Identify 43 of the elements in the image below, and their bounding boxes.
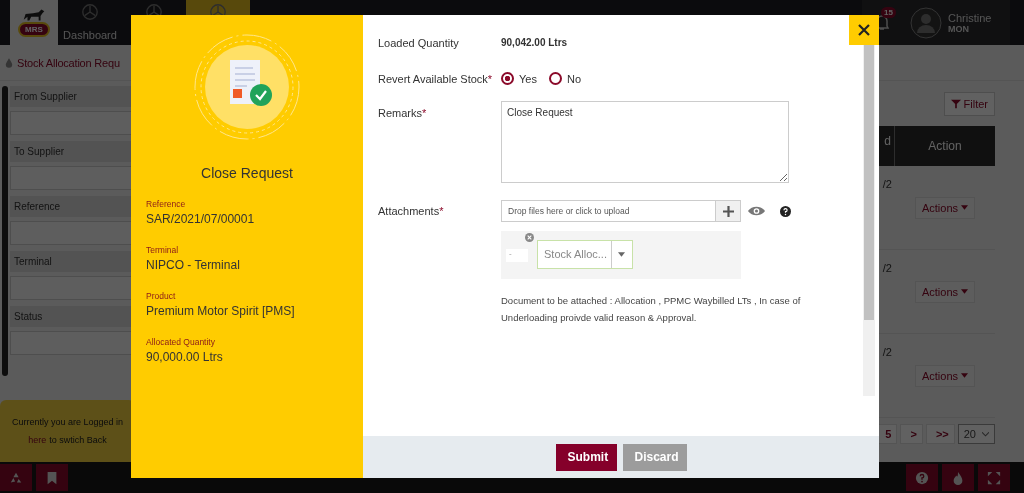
actions-button[interactable]: Actions bbox=[914, 280, 976, 303]
notice-text: to swtich Back bbox=[49, 435, 107, 445]
switch-back-link[interactable]: here bbox=[28, 435, 47, 445]
page-title: Stock Allocation Requ bbox=[17, 56, 120, 69]
file-name: - bbox=[506, 248, 528, 262]
detail-label: Terminal bbox=[146, 245, 180, 255]
document-type-select[interactable]: Stock Alloc... bbox=[537, 239, 633, 269]
notification-badge: 15 bbox=[881, 7, 896, 18]
actions-button[interactable]: Actions bbox=[914, 196, 976, 219]
filter-button[interactable]: Filter bbox=[943, 91, 995, 116]
discard-button[interactable]: Discard bbox=[622, 443, 687, 471]
loaded-quantity-value: 90,042.00 Ltrs bbox=[501, 37, 568, 49]
user-role: MON bbox=[948, 23, 970, 34]
logo-text: MRS bbox=[18, 22, 50, 37]
dialog-title: Close Request bbox=[201, 165, 293, 181]
detail-label: Reference bbox=[146, 199, 187, 209]
logo[interactable]: MRS bbox=[10, 0, 58, 45]
table-cell-text: /2 bbox=[881, 261, 893, 276]
detail-value: NIPCO - Terminal bbox=[146, 258, 241, 272]
detail-label: Product bbox=[146, 291, 177, 301]
detail-value: SAR/2021/07/00001 bbox=[146, 212, 256, 226]
field-label: Revert Available Stock* bbox=[378, 72, 494, 85]
radio-option[interactable]: Yes bbox=[501, 72, 537, 85]
page-size-select[interactable]: 20 bbox=[957, 424, 995, 444]
detail-value: 90,000.00 Ltrs bbox=[146, 350, 224, 364]
field-label: Attachments* bbox=[378, 204, 445, 219]
user-name: Christine bbox=[948, 11, 992, 24]
nav-tab[interactable]: Dashboard bbox=[58, 0, 122, 45]
column-header: Action bbox=[927, 138, 963, 155]
detail-value: Premium Motor Spirit [PMS] bbox=[146, 304, 296, 318]
field-label: Loaded Quantity bbox=[378, 37, 460, 49]
submit-button[interactable]: Submit bbox=[555, 443, 617, 471]
radio-option[interactable]: No bbox=[548, 72, 581, 85]
upload-field[interactable]: Drop files here or click to upload bbox=[501, 200, 716, 222]
table-cell-text: /2 bbox=[881, 345, 893, 360]
page-button[interactable]: > bbox=[900, 424, 923, 444]
page-button[interactable]: >> bbox=[925, 424, 955, 444]
table-cell-text: /2 bbox=[881, 177, 893, 192]
field-label: Remarks* bbox=[378, 106, 428, 121]
remarks-field[interactable]: Close Request bbox=[501, 101, 789, 183]
attachment-note: Document to be attached : Allocation , PPMC Waybilled LTs , In case of Underloading proivde valid reason & Approval. bbox=[501, 294, 802, 325]
actions-button[interactable]: Actions bbox=[914, 364, 976, 387]
detail-label: Allocated Quantity bbox=[146, 337, 216, 347]
